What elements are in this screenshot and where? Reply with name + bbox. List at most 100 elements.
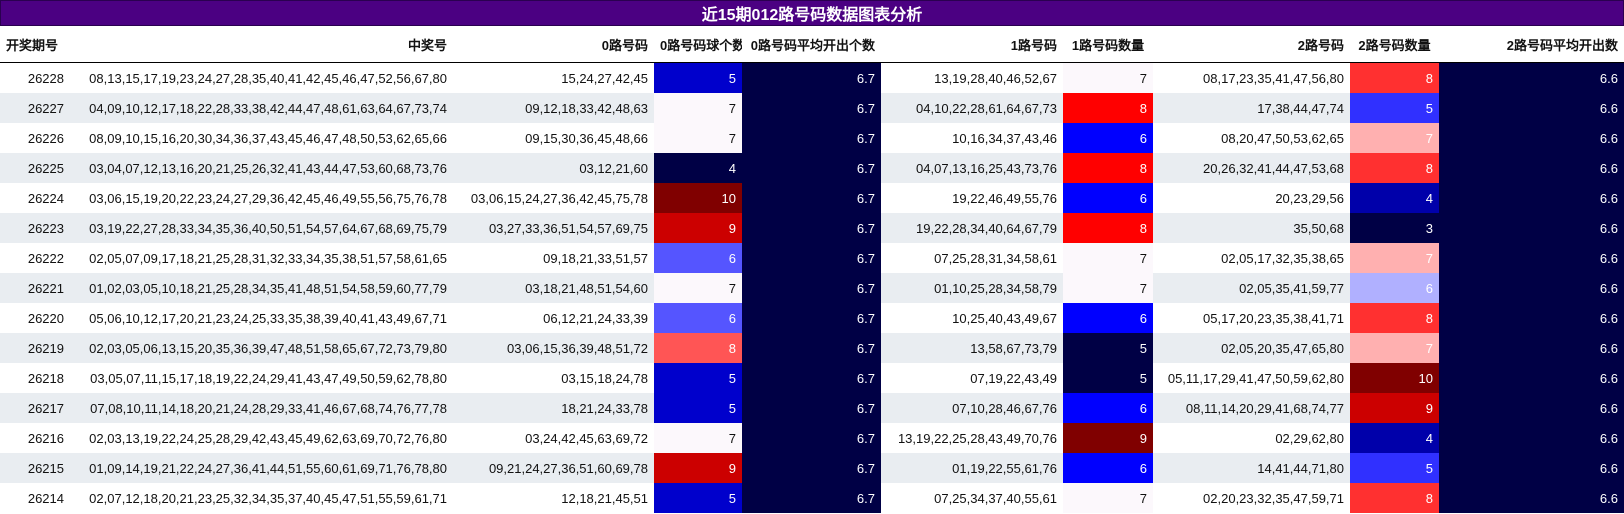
cell-route2-avg-col: 6.6 xyxy=(1439,303,1624,333)
table-row: 26216 02,03,13,19,22,24,25,28,29,42,43,45… xyxy=(0,423,1624,453)
cell-route0-avg-col: 6.7 xyxy=(742,303,881,333)
cell-route2-count-col: 8 xyxy=(1350,62,1439,93)
cell-route1-count-col: 7 xyxy=(1063,62,1153,93)
table-row: 26217 07,08,10,11,14,18,20,21,24,28,29,33… xyxy=(0,393,1624,423)
cell-route0-numbers-col: 18,21,24,33,78 xyxy=(453,393,654,423)
cell-winning-numbers-col: 08,13,15,17,19,23,24,27,28,35,40,41,42,4… xyxy=(70,62,453,93)
cell-route0-numbers-col: 09,21,24,27,36,51,60,69,78 xyxy=(453,453,654,483)
cell-period-col: 26226 xyxy=(0,123,70,153)
cell-winning-numbers-col: 03,19,22,27,28,33,34,35,36,40,50,51,54,5… xyxy=(70,213,453,243)
cell-route2-numbers-col: 02,05,35,41,59,77 xyxy=(1153,273,1350,303)
cell-route0-numbers-col: 03,18,21,48,51,54,60 xyxy=(453,273,654,303)
cell-period-col: 26214 xyxy=(0,483,70,513)
cell-winning-numbers-col: 01,09,14,19,21,22,24,27,36,41,44,51,55,6… xyxy=(70,453,453,483)
cell-winning-numbers-col: 02,03,05,06,13,15,20,35,36,39,47,48,51,5… xyxy=(70,333,453,363)
cell-route2-avg-col: 6.6 xyxy=(1439,363,1624,393)
cell-route0-count-col: 7 xyxy=(654,93,742,123)
cell-winning-numbers-col: 07,08,10,11,14,18,20,21,24,28,29,33,41,4… xyxy=(70,393,453,423)
cell-route2-numbers-col: 17,38,44,47,74 xyxy=(1153,93,1350,123)
cell-period-col: 26224 xyxy=(0,183,70,213)
cell-route0-count-col: 10 xyxy=(654,183,742,213)
cell-route1-numbers-col: 13,19,28,40,46,52,67 xyxy=(881,62,1063,93)
cell-route0-count-col: 7 xyxy=(654,423,742,453)
cell-route2-count-col: 7 xyxy=(1350,123,1439,153)
cell-route0-numbers-col: 15,24,27,42,45 xyxy=(453,62,654,93)
cell-route1-count-col: 7 xyxy=(1063,273,1153,303)
cell-route0-numbers-col: 03,06,15,36,39,48,51,72 xyxy=(453,333,654,363)
table-row: 26224 03,06,15,19,20,22,23,24,27,29,36,42… xyxy=(0,183,1624,213)
cell-route2-avg-col: 6.6 xyxy=(1439,123,1624,153)
cell-route2-numbers-col: 14,41,44,71,80 xyxy=(1153,453,1350,483)
cell-route0-avg-col: 6.7 xyxy=(742,423,881,453)
cell-route2-count-col: 9 xyxy=(1350,393,1439,423)
cell-route1-numbers-col: 07,10,28,46,67,76 xyxy=(881,393,1063,423)
cell-route2-avg-col: 6.6 xyxy=(1439,483,1624,513)
cell-winning-numbers-col: 02,03,13,19,22,24,25,28,29,42,43,45,49,6… xyxy=(70,423,453,453)
header-route2-numbers-col: 2路号码 xyxy=(1153,26,1350,63)
cell-route1-numbers-col: 19,22,28,34,40,64,67,79 xyxy=(881,213,1063,243)
cell-period-col: 26216 xyxy=(0,423,70,453)
cell-route1-count-col: 9 xyxy=(1063,423,1153,453)
cell-period-col: 26222 xyxy=(0,243,70,273)
cell-route0-avg-col: 6.7 xyxy=(742,213,881,243)
cell-route2-count-col: 10 xyxy=(1350,363,1439,393)
table-row: 26227 04,09,10,12,17,18,22,28,33,38,42,44… xyxy=(0,93,1624,123)
table-row: 26215 01,09,14,19,21,22,24,27,36,41,44,51… xyxy=(0,453,1624,483)
cell-route0-count-col: 9 xyxy=(654,453,742,483)
cell-route2-numbers-col: 02,29,62,80 xyxy=(1153,423,1350,453)
cell-route1-count-col: 6 xyxy=(1063,393,1153,423)
cell-route2-numbers-col: 20,26,32,41,44,47,53,68 xyxy=(1153,153,1350,183)
table-row: 26228 08,13,15,17,19,23,24,27,28,35,40,41… xyxy=(0,62,1624,93)
cell-winning-numbers-col: 03,06,15,19,20,22,23,24,27,29,36,42,45,4… xyxy=(70,183,453,213)
table-row: 26219 02,03,05,06,13,15,20,35,36,39,47,48… xyxy=(0,333,1624,363)
cell-route2-count-col: 6 xyxy=(1350,273,1439,303)
cell-winning-numbers-col: 03,04,07,12,13,16,20,21,25,26,32,41,43,4… xyxy=(70,153,453,183)
cell-route0-avg-col: 6.7 xyxy=(742,333,881,363)
cell-period-col: 26227 xyxy=(0,93,70,123)
cell-route2-count-col: 5 xyxy=(1350,453,1439,483)
header-route2-avg-col: 2路号码平均开出数 xyxy=(1439,26,1624,63)
cell-route0-count-col: 8 xyxy=(654,333,742,363)
header-route2-count-col: 2路号码数量 xyxy=(1350,26,1439,63)
table-row: 26226 08,09,10,15,16,20,30,34,36,37,43,45… xyxy=(0,123,1624,153)
cell-route0-count-col: 4 xyxy=(654,153,742,183)
cell-route0-count-col: 7 xyxy=(654,123,742,153)
cell-route0-avg-col: 6.7 xyxy=(742,153,881,183)
cell-route0-numbers-col: 09,18,21,33,51,57 xyxy=(453,243,654,273)
cell-route2-numbers-col: 05,17,20,23,35,38,41,71 xyxy=(1153,303,1350,333)
cell-route0-count-col: 6 xyxy=(654,243,742,273)
cell-route2-count-col: 3 xyxy=(1350,213,1439,243)
cell-route1-count-col: 8 xyxy=(1063,93,1153,123)
cell-period-col: 26217 xyxy=(0,393,70,423)
cell-route2-numbers-col: 02,05,17,32,35,38,65 xyxy=(1153,243,1350,273)
cell-route1-numbers-col: 13,58,67,73,79 xyxy=(881,333,1063,363)
cell-route2-count-col: 8 xyxy=(1350,483,1439,513)
cell-route0-count-col: 5 xyxy=(654,62,742,93)
cell-route1-count-col: 8 xyxy=(1063,213,1153,243)
cell-route0-numbers-col: 12,18,21,45,51 xyxy=(453,483,654,513)
cell-route2-avg-col: 6.6 xyxy=(1439,243,1624,273)
table-row: 26220 05,06,10,12,17,20,21,23,24,25,33,35… xyxy=(0,303,1624,333)
cell-route0-numbers-col: 03,24,42,45,63,69,72 xyxy=(453,423,654,453)
cell-route2-count-col: 4 xyxy=(1350,423,1439,453)
cell-route2-numbers-col: 05,11,17,29,41,47,50,59,62,80 xyxy=(1153,363,1350,393)
cell-route2-numbers-col: 35,50,68 xyxy=(1153,213,1350,243)
table-row: 26221 01,02,03,05,10,18,21,25,28,34,35,41… xyxy=(0,273,1624,303)
cell-route2-count-col: 7 xyxy=(1350,243,1439,273)
cell-route1-count-col: 7 xyxy=(1063,243,1153,273)
cell-route1-count-col: 8 xyxy=(1063,153,1153,183)
cell-route0-numbers-col: 03,12,21,60 xyxy=(453,153,654,183)
table-row: 26218 03,05,07,11,15,17,18,19,22,24,29,41… xyxy=(0,363,1624,393)
cell-route0-avg-col: 6.7 xyxy=(742,483,881,513)
cell-route0-count-col: 5 xyxy=(654,393,742,423)
cell-route2-avg-col: 6.6 xyxy=(1439,333,1624,363)
cell-period-col: 26225 xyxy=(0,153,70,183)
cell-winning-numbers-col: 08,09,10,15,16,20,30,34,36,37,43,45,46,4… xyxy=(70,123,453,153)
table-row: 26223 03,19,22,27,28,33,34,35,36,40,50,51… xyxy=(0,213,1624,243)
cell-route0-avg-col: 6.7 xyxy=(742,393,881,423)
cell-route0-avg-col: 6.7 xyxy=(742,93,881,123)
cell-route1-count-col: 6 xyxy=(1063,453,1153,483)
cell-route1-numbers-col: 19,22,46,49,55,76 xyxy=(881,183,1063,213)
cell-route0-count-col: 6 xyxy=(654,303,742,333)
cell-route2-avg-col: 6.6 xyxy=(1439,153,1624,183)
